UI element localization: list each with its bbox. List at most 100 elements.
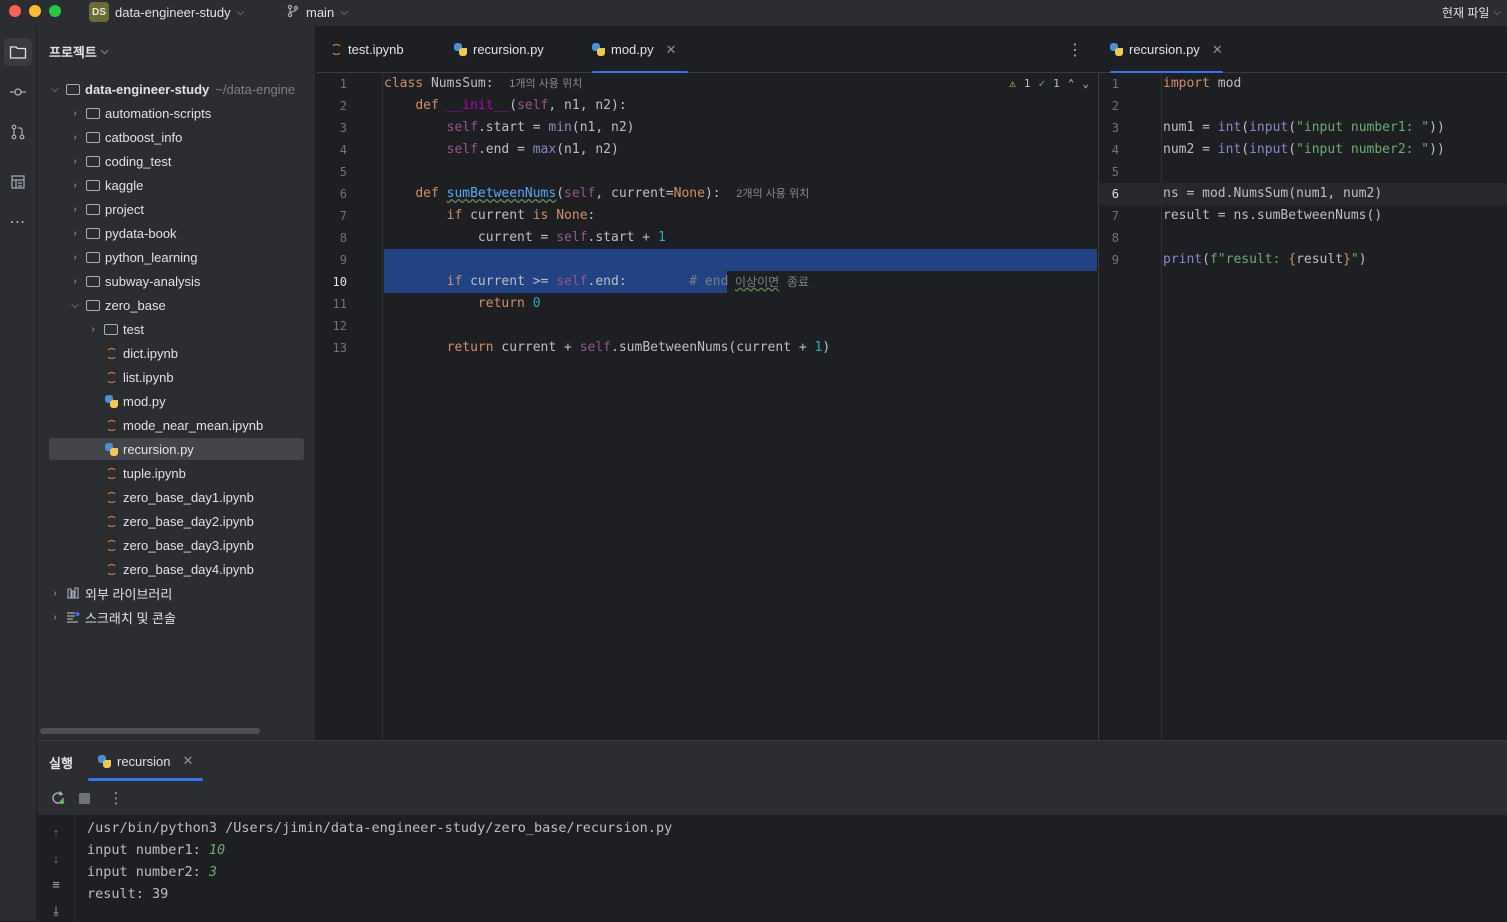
tree-item[interactable]: › test [49,318,304,340]
editor-recursion-py[interactable]: 1 import mod 2 3 num1 = int(input("input n… [1098,73,1507,740]
tree-item[interactable]: zero_base_day4.ipynb [49,558,304,580]
structure-tool-button[interactable] [4,168,32,196]
pull-requests-tool-button[interactable] [4,118,32,146]
console-line: input number1: 10 [87,839,672,861]
tab-recursion-py-right[interactable]: recursion.py ✕ [1110,26,1223,74]
chevron-right-icon[interactable]: › [69,180,81,191]
tree-item[interactable]: zero_base_day2.ipynb [49,510,304,532]
tree-item-label: mod.py [123,393,166,409]
branch-switcher[interactable]: main ⌵ [286,1,348,23]
console-user-input: 3 [208,864,218,880]
more-icon: ⋯ [9,214,27,231]
tree-root[interactable]: ⌵ data-engineer-study ~/data-engine [49,78,304,100]
maximize-window-button[interactable] [49,5,61,17]
code-line: 3 self.start = min(n1, n2) [339,120,635,135]
tree-item[interactable]: › kaggle [49,174,304,196]
rerun-button[interactable] [49,789,67,807]
soft-wrap-icon[interactable]: ≡ [47,877,65,895]
tree-scratches-label: 스크래치 및 콘솔 [85,610,176,626]
run-config-label: 현재 파일 [1441,5,1490,20]
commit-tool-button[interactable] [4,78,32,106]
run-panel-header: 실행 recursion ✕ [37,741,1507,781]
chevron-right-icon[interactable]: › [49,588,61,599]
scroll-up-icon[interactable]: ↑ [47,825,65,843]
tree-item[interactable]: ⌵ zero_base [49,294,304,316]
project-tool-button[interactable] [4,38,32,66]
project-badge: DS [89,2,109,22]
tree-item[interactable]: zero_base_day3.ipynb [49,534,304,556]
close-window-button[interactable] [9,5,21,17]
folder-icon [86,179,100,191]
more-options-button[interactable]: ⋮ [107,789,125,807]
code-line: 13 return current + self.sumBetweenNums(… [332,340,831,355]
tree-item-label: recursion.py [123,441,194,457]
tree-item[interactable]: recursion.py [49,438,304,460]
console-command: /usr/bin/python3 /Users/jimin/data-engin… [87,820,673,836]
tab-test-ipynb[interactable]: test.ipynb [331,26,404,73]
tab-label: recursion.py [1129,42,1200,57]
more-tools-button[interactable]: ⋯ [4,208,32,236]
chevron-right-icon[interactable]: › [87,324,99,335]
chevron-right-icon[interactable]: › [49,612,61,623]
usage-hint[interactable]: 2개의 사용 위치 [736,188,809,200]
chevron-down-icon[interactable]: ⌵ [49,84,61,95]
tab-mod-py[interactable]: mod.py ✕ [592,26,688,74]
code-line: 4 self.end = max(n1, n2) [339,142,619,157]
project-panel-header[interactable]: 프로젝트 ⌵ [49,42,108,61]
chevron-down-icon: ⌵ [100,46,109,57]
close-icon[interactable]: ✕ [666,42,677,58]
code-comment-korean-2: 종료 [787,275,810,289]
minimize-window-button[interactable] [29,5,41,17]
tree-item[interactable]: › automation-scripts [49,102,304,124]
tree-item[interactable]: › subway-analysis [49,270,304,292]
run-tab-recursion[interactable]: recursion ✕ [88,741,204,781]
close-icon[interactable]: ✕ [182,753,193,769]
chevron-right-icon[interactable]: › [69,108,81,119]
tree-item-label: zero_base_day2.ipynb [123,513,254,529]
editor-mod-py[interactable]: ⚠ 1 ✓ 1 ⌃ ⌄ 1 class NumsSum: 1개의 사용 위치 2 de… [317,73,1097,740]
python-icon [98,754,111,768]
tree-item[interactable]: mode_near_mean.ipynb [49,414,304,436]
more-vertical-icon[interactable]: ⋮ [1067,40,1083,60]
tree-external-libraries[interactable]: › 외부 라이브러리 [49,582,304,604]
project-switcher[interactable]: DS data-engineer-study ⌵ [89,1,244,23]
console-output[interactable]: /usr/bin/python3 /Users/jimin/data-engin… [87,817,672,905]
notebook-icon [105,347,117,359]
tree-item[interactable]: › coding_test [49,150,304,172]
tree-item[interactable]: dict.ipynb [49,342,304,364]
tree-item[interactable]: list.ipynb [49,366,304,388]
run-config-selector[interactable]: 현재 파일 ⌵ [1442,1,1501,23]
tree-item[interactable]: tuple.ipynb [49,462,304,484]
chevron-right-icon[interactable]: › [69,204,81,215]
tree-scratches[interactable]: › 스크래치 및 콘솔 [49,606,304,628]
code-line: 7 if current is None: [339,208,596,223]
close-icon[interactable]: ✕ [1212,42,1223,58]
run-panel: 실행 recursion ✕ ⋮ ↑ ↓ ≡ ⤓ /usr/bin/python… [37,740,1507,922]
tree-item[interactable]: › catboost_info [49,126,304,148]
tab-recursion-py[interactable]: recursion.py [454,26,544,73]
tree-root-path: ~/data-engine [215,81,296,97]
usage-hint[interactable]: 1개의 사용 위치 [509,78,582,90]
tree-item[interactable]: › project [49,198,304,220]
scroll-down-icon[interactable]: ↓ [47,851,65,869]
scroll-to-end-icon[interactable]: ⤓ [47,903,65,921]
stop-button[interactable] [75,789,93,807]
chevron-right-icon[interactable]: › [69,276,81,287]
chevron-right-icon[interactable]: › [69,156,81,167]
chevron-down-icon: ⌵ [340,6,348,18]
chevron-right-icon[interactable]: › [69,132,81,143]
code-line: 12 [332,319,347,333]
chevron-down-icon: ⌵ [236,6,245,18]
code-line: 4 num2 = int(input("input number2: ")) [1111,142,1445,157]
tree-item[interactable]: zero_base_day1.ipynb [49,486,304,508]
tree-item-label: kaggle [105,177,144,193]
chevron-down-icon[interactable]: ⌵ [69,300,81,311]
tree-item[interactable]: › python_learning [49,246,304,268]
rerun-icon [52,791,65,805]
tree-item[interactable]: mod.py [49,390,304,412]
horizontal-scrollbar[interactable] [40,728,260,734]
code-comment-korean: 이상이면 [735,275,780,289]
tree-item[interactable]: › pydata-book [49,222,304,244]
chevron-right-icon[interactable]: › [69,228,81,239]
chevron-right-icon[interactable]: › [69,252,81,263]
